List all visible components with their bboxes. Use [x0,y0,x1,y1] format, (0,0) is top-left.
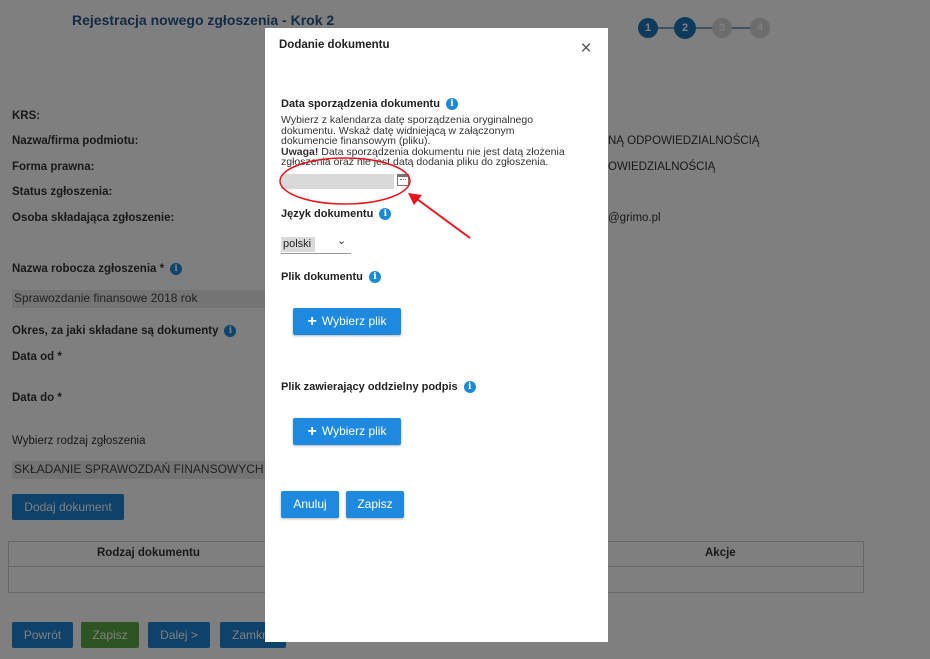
document-date-help: Wybierz z kalendarza datę sporządzenia o… [281,115,581,168]
chevron-down-icon: ⌄ [337,235,347,247]
language-select[interactable]: polski ⌄ [281,235,351,254]
close-icon[interactable]: × [576,39,596,59]
cancel-button[interactable]: Anuluj [281,491,339,518]
choose-file-label: Wybierz plik [321,424,387,438]
info-icon[interactable]: i [368,271,381,283]
plus-icon: + [307,423,317,440]
language-value: polski [281,237,315,252]
document-date-label: Data sporządzenia dokumentu i [281,98,458,110]
choose-document-file-button[interactable]: + Wybierz plik [293,308,401,335]
document-file-label-text: Plik dokumentu [281,271,363,283]
save-button[interactable]: Zapisz [346,491,404,518]
document-date-input[interactable] [281,174,394,189]
signature-file-label: Plik zawierający oddzielny podpis i [281,381,476,393]
document-file-label: Plik dokumentu i [281,271,381,283]
calendar-icon[interactable] [397,174,409,186]
dialog-title: Dodanie dokumentu [279,39,390,51]
help-line: Wybierz z kalendarza datę sporządzenia o… [281,114,534,126]
choose-signature-file-button[interactable]: + Wybierz plik [293,418,401,445]
add-document-dialog: Dodanie dokumentu × Data sporządzenia do… [265,28,608,642]
warning-line: zgłoszenia oraz nie jest datą dodania pl… [281,156,549,168]
language-label-text: Język dokumentu [281,208,374,220]
language-label: Język dokumentu i [281,208,392,220]
info-icon[interactable]: i [463,381,476,393]
signature-file-label-text: Plik zawierający oddzielny podpis [281,381,458,393]
info-icon[interactable]: i [379,208,392,220]
choose-file-label: Wybierz plik [321,314,387,328]
info-icon[interactable]: i [445,98,458,110]
document-date-label-text: Data sporządzenia dokumentu [281,98,440,110]
plus-icon: + [307,313,317,330]
